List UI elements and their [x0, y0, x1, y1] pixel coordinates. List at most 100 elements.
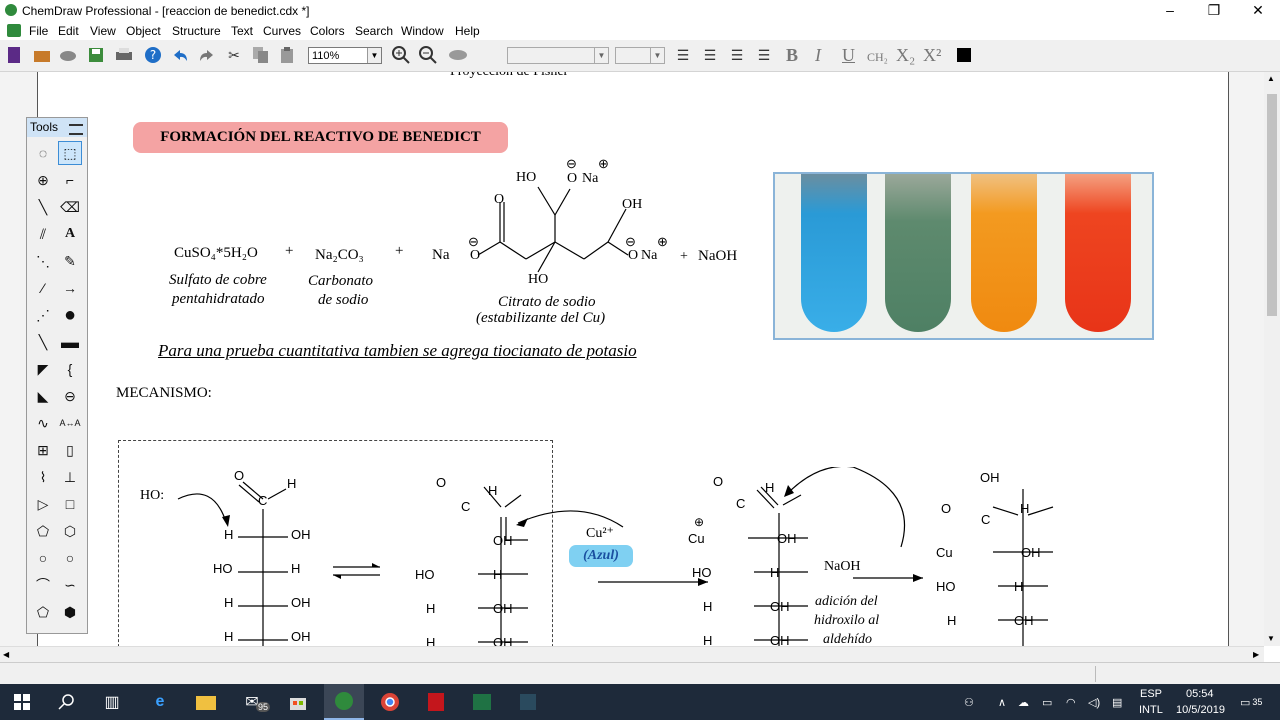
- excel-icon[interactable]: [462, 684, 502, 720]
- chevron-down-icon[interactable]: ▼: [594, 48, 608, 63]
- language-line2[interactable]: INTL: [1139, 702, 1163, 718]
- menu-colors[interactable]: Colors: [310, 24, 345, 38]
- square-icon[interactable]: □: [58, 492, 82, 516]
- horizontal-scrollbar[interactable]: ◀ ▶: [0, 646, 1264, 663]
- minimize-button[interactable]: –: [1148, 0, 1192, 21]
- menu-edit[interactable]: Edit: [58, 24, 79, 38]
- open-icon[interactable]: [32, 45, 52, 65]
- tools-palette[interactable]: Tools ◌ ⬚ ⊕ ⌐ ╲ ⌫ ⫽ A ⋱ ✎ ⁄ → ⋰ ● ╲ ▬ ◤ …: [26, 117, 88, 634]
- help-icon[interactable]: ?: [143, 45, 163, 65]
- azul-label[interactable]: (Azul): [569, 545, 633, 567]
- font-select[interactable]: ▼: [507, 47, 609, 64]
- cut-icon[interactable]: ✂: [224, 45, 244, 65]
- scroll-right-icon[interactable]: ▶: [1253, 650, 1259, 659]
- edge-browser-icon[interactable]: e: [140, 684, 180, 720]
- undo-icon[interactable]: [170, 45, 190, 65]
- arrow-icon[interactable]: →: [58, 276, 82, 300]
- drawing-shape-icon[interactable]: ▬: [58, 330, 82, 354]
- font-size-select[interactable]: ▼: [615, 47, 665, 64]
- text-tool-icon[interactable]: A: [58, 222, 82, 246]
- dashed-bond-icon[interactable]: ⋱: [31, 249, 55, 273]
- citrate-name-line2[interactable]: (estabilizante del Cu): [476, 310, 605, 327]
- pen-icon[interactable]: ✎: [58, 249, 82, 273]
- cyclopentane-icon[interactable]: ⬠: [31, 600, 55, 624]
- benzene-icon[interactable]: ⬢: [58, 600, 82, 624]
- mechanism-label[interactable]: MECANISMO:: [116, 385, 212, 402]
- template-icon[interactable]: ⌇: [31, 465, 55, 489]
- search-icon[interactable]: [47, 684, 87, 720]
- people-icon[interactable]: ⚇: [964, 684, 974, 720]
- rotate-icon[interactable]: ⊕: [31, 168, 55, 192]
- na2co3-name-line2[interactable]: de sodio: [318, 292, 368, 309]
- save-icon[interactable]: [86, 45, 106, 65]
- palette-menu-icon[interactable]: [69, 124, 83, 135]
- windows-start-icon[interactable]: [2, 684, 42, 720]
- benedict-test-tubes-photo[interactable]: [773, 172, 1154, 340]
- volume-icon[interactable]: ◁): [1088, 684, 1100, 720]
- table-icon[interactable]: ⊞: [31, 438, 55, 462]
- chrome-icon[interactable]: [370, 684, 410, 720]
- onedrive-icon[interactable]: ☁: [1018, 684, 1029, 720]
- cyclohexane-chair-2-icon[interactable]: ∽: [58, 573, 82, 597]
- align-right-icon[interactable]: ☰: [727, 45, 747, 65]
- italic-button[interactable]: I: [815, 45, 821, 66]
- mapping-icon[interactable]: A↔A: [58, 411, 82, 435]
- formula-button[interactable]: CH₂: [867, 50, 888, 65]
- task-view-icon[interactable]: ▥: [92, 684, 132, 720]
- redo-icon[interactable]: [197, 45, 217, 65]
- copy-icon[interactable]: [251, 45, 271, 65]
- tlc-plate-icon[interactable]: ▯: [58, 438, 82, 462]
- file-explorer-icon[interactable]: [186, 684, 226, 720]
- language-line1[interactable]: ESP: [1140, 686, 1162, 702]
- wavy-bond-icon[interactable]: ∿: [31, 411, 55, 435]
- zoom-in-icon[interactable]: [391, 45, 411, 65]
- marquee-select-icon[interactable]: ⬚: [58, 141, 82, 165]
- print-icon[interactable]: [114, 45, 134, 65]
- single-bond-icon[interactable]: ╲: [31, 195, 55, 219]
- hashed-bond-icon[interactable]: ⁄: [31, 276, 55, 300]
- hexagon-icon[interactable]: ⬡: [58, 519, 82, 543]
- eraser-icon[interactable]: ⌫: [58, 195, 82, 219]
- quantitative-note[interactable]: Para una prueba cuantitativa tambien se …: [158, 341, 637, 361]
- justify-icon[interactable]: ☰: [754, 45, 774, 65]
- citrate-structure[interactable]: [458, 167, 698, 292]
- battery-icon[interactable]: ▭: [1042, 684, 1052, 720]
- na2co3-formula[interactable]: Na₂CO₃: [315, 247, 364, 264]
- hollow-wedge-icon[interactable]: ◣: [31, 384, 55, 408]
- menu-text[interactable]: Text: [231, 24, 253, 38]
- tools-palette-header[interactable]: Tools: [27, 118, 87, 137]
- mail-icon[interactable]: ✉ 95: [232, 684, 272, 720]
- triangle-icon[interactable]: ▷: [31, 492, 55, 516]
- menu-search[interactable]: Search: [355, 24, 393, 38]
- paste-icon[interactable]: [278, 45, 298, 65]
- vertical-scrollbar[interactable]: ▲ ▼: [1264, 72, 1280, 646]
- naoh-label[interactable]: NaOH: [698, 248, 737, 265]
- new-document-icon[interactable]: [4, 45, 24, 65]
- color-swatch[interactable]: [954, 45, 974, 65]
- section-heading[interactable]: FORMACIÓN DEL REACTIVO DE BENEDICT: [133, 122, 508, 153]
- menu-object[interactable]: Object: [126, 24, 161, 38]
- bold-button[interactable]: B: [786, 45, 798, 66]
- clock-date[interactable]: 10/5/2019: [1176, 702, 1225, 718]
- keyboard-icon[interactable]: ▤: [1112, 684, 1122, 720]
- open-web-icon[interactable]: [58, 45, 78, 65]
- na2co3-name-line1[interactable]: Carbonato: [308, 273, 373, 290]
- menu-view[interactable]: View: [90, 24, 116, 38]
- sodium-label[interactable]: Na: [432, 247, 450, 264]
- orbital-icon[interactable]: ●: [58, 303, 82, 327]
- menu-help[interactable]: Help: [455, 24, 480, 38]
- zoom-select[interactable]: 110% ▼: [308, 47, 382, 64]
- restore-button[interactable]: ❐: [1192, 0, 1236, 21]
- circle-icon[interactable]: ○: [31, 546, 55, 570]
- cyclohexane-chair-icon[interactable]: ⌒: [31, 573, 55, 597]
- clock-time[interactable]: 05:54: [1186, 686, 1214, 702]
- chevron-down-icon[interactable]: ▼: [650, 48, 664, 63]
- charge-icon[interactable]: ⊖: [58, 384, 82, 408]
- scroll-left-icon[interactable]: ◀: [3, 650, 9, 659]
- stamp-icon[interactable]: ⊥: [58, 465, 82, 489]
- document-icon[interactable]: [7, 24, 21, 37]
- octagon-icon[interactable]: ○: [58, 546, 82, 570]
- store-icon[interactable]: [278, 684, 318, 720]
- cuso4-name-line2[interactable]: pentahidratado: [172, 291, 265, 308]
- citrate-name-line1[interactable]: Citrato de sodio: [498, 294, 596, 311]
